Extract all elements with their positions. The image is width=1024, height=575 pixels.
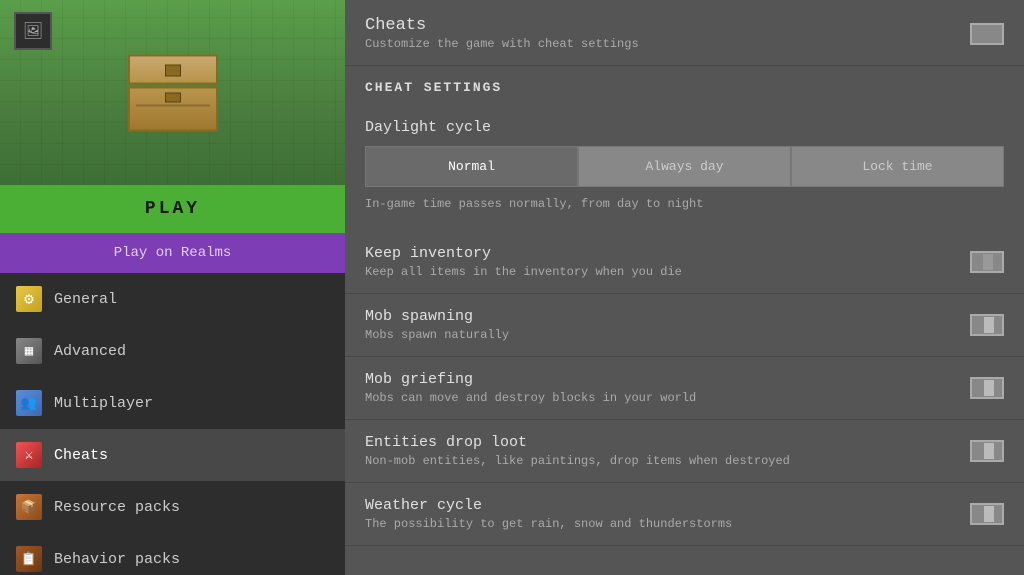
resource-icon xyxy=(16,494,42,520)
mob-griefing-desc: Mobs can move and destroy blocks in your… xyxy=(365,391,1004,405)
mob-spawning-slider xyxy=(984,317,994,333)
cheats-section-header: Cheats Customize the game with cheat set… xyxy=(345,0,1024,66)
chest-bottom xyxy=(128,86,218,131)
entities-drop-loot-slider xyxy=(984,443,994,459)
entities-drop-loot-title: Entities drop loot xyxy=(365,434,1004,451)
sidebar-item-label-general: General xyxy=(54,291,117,308)
world-edit-icon: 🖼 xyxy=(14,12,52,50)
setting-mob-griefing: Mob griefing Mobs can move and destroy b… xyxy=(345,357,1024,420)
general-icon xyxy=(16,286,42,312)
chest-figure xyxy=(128,54,218,131)
weather-cycle-desc: The possibility to get rain, snow and th… xyxy=(365,517,1004,531)
weather-cycle-toggle[interactable] xyxy=(970,503,1004,525)
main-panel: Cheats Customize the game with cheat set… xyxy=(345,0,1024,575)
sidebar-item-advanced[interactable]: Advanced xyxy=(0,325,345,377)
weather-cycle-title: Weather cycle xyxy=(365,497,1004,514)
cheats-title: Cheats xyxy=(365,16,639,35)
sidebar-item-cheats[interactable]: Cheats xyxy=(0,429,345,481)
cheats-icon xyxy=(16,442,42,468)
mob-spawning-desc: Mobs spawn naturally xyxy=(365,328,1004,342)
daylight-buttons: Normal Always day Lock time xyxy=(365,146,1004,187)
daylight-section: Daylight cycle Normal Always day Lock ti… xyxy=(345,105,1024,231)
keep-inventory-desc: Keep all items in the inventory when you… xyxy=(365,265,1004,279)
play-button[interactable]: PLAY xyxy=(0,185,345,233)
setting-weather-cycle: Weather cycle The possibility to get rai… xyxy=(345,483,1024,546)
keep-inventory-title: Keep inventory xyxy=(365,245,1004,262)
sidebar-item-resource-packs[interactable]: Resource packs xyxy=(0,481,345,533)
nav-list: General Advanced Multiplayer Cheats Reso… xyxy=(0,273,345,575)
sidebar-item-label-resource: Resource packs xyxy=(54,499,180,516)
sidebar-item-behavior-packs[interactable]: Behavior packs xyxy=(0,533,345,575)
entities-drop-loot-toggle[interactable] xyxy=(970,440,1004,462)
advanced-icon xyxy=(16,338,42,364)
setting-keep-inventory: Keep inventory Keep all items in the inv… xyxy=(345,231,1024,294)
daylight-note: In-game time passes normally, from day t… xyxy=(365,197,1004,221)
multiplayer-icon xyxy=(16,390,42,416)
cheats-header-text: Cheats Customize the game with cheat set… xyxy=(365,16,639,51)
sidebar-item-label-behavior: Behavior packs xyxy=(54,551,180,568)
world-preview: 🖼 xyxy=(0,0,345,185)
keep-inventory-slider xyxy=(983,254,993,270)
cheats-master-toggle[interactable] xyxy=(970,23,1004,45)
behavior-icon xyxy=(16,546,42,572)
setting-entities-drop-loot: Entities drop loot Non-mob entities, lik… xyxy=(345,420,1024,483)
cheats-desc: Customize the game with cheat settings xyxy=(365,37,639,51)
daylight-always-day-btn[interactable]: Always day xyxy=(578,146,791,187)
sidebar-item-multiplayer[interactable]: Multiplayer xyxy=(0,377,345,429)
weather-cycle-slider xyxy=(984,506,994,522)
sidebar-item-label-advanced: Advanced xyxy=(54,343,126,360)
setting-mob-spawning: Mob spawning Mobs spawn naturally xyxy=(345,294,1024,357)
mob-griefing-slider xyxy=(984,380,994,396)
mob-griefing-toggle[interactable] xyxy=(970,377,1004,399)
sidebar-item-general[interactable]: General xyxy=(0,273,345,325)
sidebar: 🖼 PLAY Play on Realms General Advanced M… xyxy=(0,0,345,575)
mob-griefing-title: Mob griefing xyxy=(365,371,1004,388)
play-realms-button[interactable]: Play on Realms xyxy=(0,233,345,273)
daylight-normal-btn[interactable]: Normal xyxy=(365,146,578,187)
entities-drop-loot-desc: Non-mob entities, like paintings, drop i… xyxy=(365,454,1004,468)
daylight-lock-time-btn[interactable]: Lock time xyxy=(791,146,1004,187)
sidebar-item-label-cheats: Cheats xyxy=(54,447,108,464)
mob-spawning-title: Mob spawning xyxy=(365,308,1004,325)
sidebar-item-label-multiplayer: Multiplayer xyxy=(54,395,153,412)
keep-inventory-toggle[interactable] xyxy=(970,251,1004,273)
cheat-settings-header: CHEAT SETTINGS xyxy=(345,66,1024,105)
mob-spawning-toggle[interactable] xyxy=(970,314,1004,336)
chest-top xyxy=(128,54,218,84)
daylight-label: Daylight cycle xyxy=(365,119,1004,136)
